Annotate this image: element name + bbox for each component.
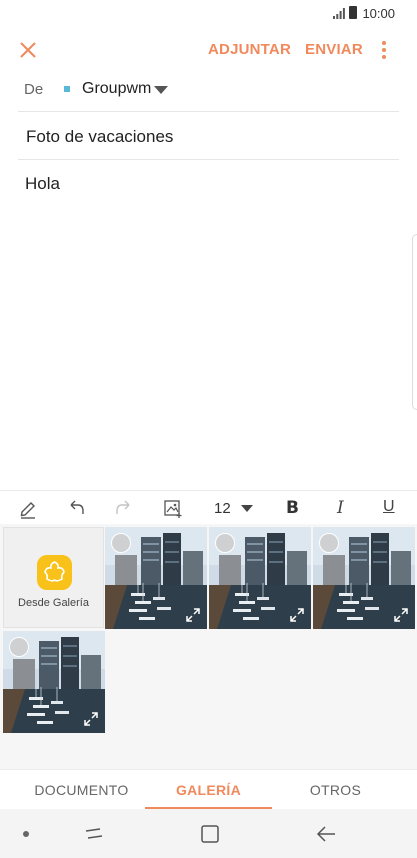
italic-button[interactable]: I [337, 498, 344, 518]
attachment-tabs: DOCUMENTO GALERÍA OTROS [0, 769, 417, 810]
home-icon[interactable] [199, 823, 221, 845]
message-body[interactable]: Hola [25, 174, 60, 194]
redo-icon[interactable] [114, 497, 134, 519]
attachment-panel: Desde Galería [0, 524, 417, 769]
subject-field[interactable]: Foto de vacaciones [18, 112, 399, 160]
compose-app-bar: ADJUNTAR ENVIAR [0, 28, 417, 72]
pen-icon[interactable] [18, 497, 38, 519]
insert-image-icon[interactable] [163, 497, 183, 519]
gallery-photo[interactable] [3, 631, 105, 733]
gallery-photo[interactable] [209, 527, 311, 629]
back-icon[interactable] [315, 823, 337, 845]
tab-others[interactable]: OTROS [266, 770, 405, 810]
expand-icon[interactable] [289, 607, 305, 623]
close-icon[interactable] [16, 38, 40, 62]
chevron-down-icon[interactable] [241, 505, 253, 512]
status-time: 10:00 [362, 6, 395, 21]
tab-document[interactable]: DOCUMENTO [12, 770, 151, 810]
gallery-app-icon [37, 555, 72, 590]
gallery-photo[interactable] [105, 527, 207, 629]
nav-dot-icon[interactable] [23, 831, 29, 837]
recent-apps-icon[interactable] [83, 823, 105, 845]
expand-icon[interactable] [83, 711, 99, 727]
from-label: De [24, 81, 44, 98]
system-nav-bar [0, 809, 417, 858]
from-account[interactable]: Groupwm [82, 80, 151, 98]
account-color-dot [64, 86, 70, 92]
from-row[interactable]: De Groupwm [18, 72, 399, 112]
subject-text[interactable]: Foto de vacaciones [26, 127, 173, 147]
from-gallery-label: Desde Galería [18, 597, 89, 609]
expand-icon[interactable] [185, 607, 201, 623]
undo-icon[interactable] [66, 497, 86, 519]
underline-button[interactable]: U [383, 498, 395, 516]
select-checkbox[interactable] [319, 533, 339, 553]
signal-icon [333, 8, 345, 19]
status-bar: 10:00 [0, 0, 417, 28]
more-options-icon[interactable] [378, 38, 390, 62]
scroll-handle[interactable] [412, 234, 417, 410]
font-size-value[interactable]: 12 [214, 500, 231, 517]
bold-button[interactable]: B [286, 498, 299, 518]
tab-gallery[interactable]: GALERÍA [139, 770, 278, 810]
expand-icon[interactable] [393, 607, 409, 623]
chevron-down-icon[interactable] [154, 86, 168, 94]
battery-icon [349, 6, 357, 19]
select-checkbox[interactable] [111, 533, 131, 553]
select-checkbox[interactable] [215, 533, 235, 553]
formatting-toolbar: 12 B I U [0, 490, 417, 524]
select-checkbox[interactable] [9, 637, 29, 657]
gallery-photo[interactable] [313, 527, 415, 629]
attach-button[interactable]: ADJUNTAR [208, 41, 291, 58]
send-button[interactable]: ENVIAR [305, 41, 363, 58]
from-gallery-button[interactable]: Desde Galería [3, 527, 104, 628]
